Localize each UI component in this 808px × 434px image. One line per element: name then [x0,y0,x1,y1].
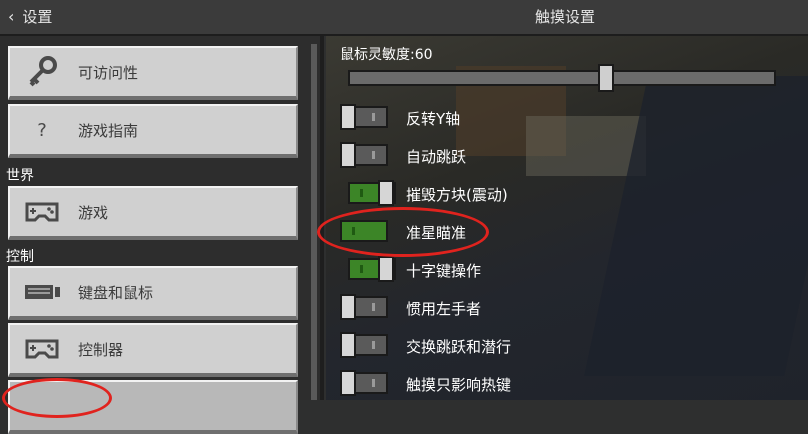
sidebar-item-label: 游戏指南 [78,121,139,140]
toggle-label: 摧毁方块(震动) [406,186,508,204]
back-button[interactable]: ‹ 设置 [8,5,52,27]
toggle-thumb[interactable] [340,294,356,320]
back-label: 设置 [22,7,53,26]
toggle-switch[interactable] [340,332,388,358]
keyboard-icon [22,272,62,312]
toggle-indicator [372,341,375,349]
sidebar-item-label: 控制器 [78,340,124,359]
toggle-indicator [360,265,363,273]
toggle-label: 自动跳跃 [406,148,467,166]
toggle-indicator [360,189,363,197]
toggle-thumb[interactable] [378,180,394,206]
sidebar-item-accessibility[interactable]: 可访问性 [8,46,298,100]
sidebar-item-controller[interactable]: 控制器 [8,323,298,377]
toggle-indicator [372,379,375,387]
toggle-switch[interactable] [348,180,396,206]
toggle-indicator [372,113,375,121]
toggle-switch[interactable] [340,104,388,130]
sidebar-item-keyboard-mouse[interactable]: 键盘和鼠标 [8,266,298,320]
toggle-label: 反转Y轴 [406,110,461,128]
chevron-left-icon: ‹ [8,6,15,26]
sidebar-scrollbar[interactable] [311,44,317,400]
gamepad-icon [22,192,62,232]
toggle-thumb[interactable] [378,256,394,282]
toggle-label: 十字键操作 [406,262,482,280]
sidebar-item-label: 键盘和鼠标 [78,283,154,302]
toggle-switch[interactable] [340,294,388,320]
key-icon [22,52,62,92]
toggle-thumb[interactable] [340,104,356,130]
section-title-controls: 控制 [6,249,34,265]
toggle-indicator [372,151,375,159]
sensitivity-label: 鼠标灵敏度:60 [340,47,433,63]
toggle-thumb[interactable] [340,370,356,396]
question-icon: ? [37,119,47,141]
sensitivity-slider[interactable] [348,70,776,86]
sidebar-item-label: 游戏 [78,203,109,222]
toggle-switch[interactable] [340,142,388,168]
top-bar: ‹ 设置 触摸设置 [0,0,808,36]
gamepad-icon [22,329,62,369]
annotation-circle [2,378,112,418]
toggle-label: 触摸只影响热键 [406,376,512,394]
toggle-thumb[interactable] [340,142,356,168]
toggle-label: 惯用左手者 [406,300,482,318]
toggle-thumb[interactable] [340,332,356,358]
toggle-indicator [372,303,375,311]
toggle-label: 交换跳跃和潜行 [406,338,512,356]
sidebar-item-game[interactable]: 游戏 [8,186,298,240]
sidebar-item-game-guide[interactable]: ? 游戏指南 [8,104,298,158]
sensitivity-slider-handle[interactable] [598,64,614,92]
section-title-world: 世界 [6,168,34,184]
sidebar-item-label: 可访问性 [78,63,139,82]
page-title: 触摸设置 [535,8,596,26]
toggle-switch[interactable] [340,370,388,396]
annotation-circle [317,207,489,257]
toggle-switch[interactable] [348,256,396,282]
